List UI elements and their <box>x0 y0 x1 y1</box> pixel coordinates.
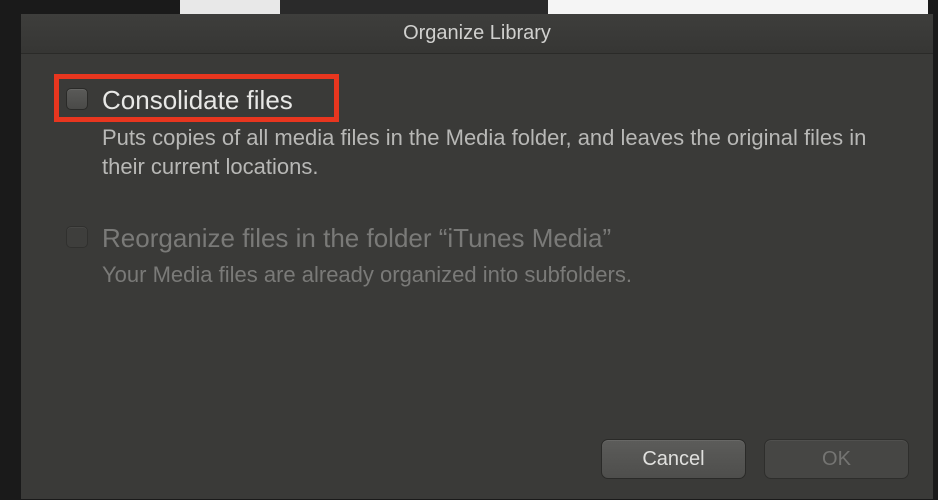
reorganize-files-label: Reorganize files in the folder “iTunes M… <box>102 222 611 255</box>
consolidate-files-checkbox[interactable] <box>66 88 88 110</box>
dialog-title: Organize Library <box>403 22 551 45</box>
reorganize-files-description: Your Media files are already organized i… <box>102 260 888 290</box>
background-fragment <box>548 0 928 14</box>
reorganize-files-option: Reorganize files in the folder “iTunes M… <box>66 222 888 255</box>
cancel-button[interactable]: Cancel <box>601 439 746 479</box>
organize-library-dialog: Organize Library Consolidate files Puts … <box>20 14 934 500</box>
ok-button: OK <box>764 439 909 479</box>
reorganize-files-checkbox <box>66 226 88 248</box>
dialog-button-row: Cancel OK <box>601 439 909 479</box>
dialog-body: Consolidate files Puts copies of all med… <box>21 54 933 499</box>
background-strip <box>0 0 938 14</box>
consolidate-files-option: Consolidate files <box>66 84 888 117</box>
background-fragment <box>280 0 548 14</box>
consolidate-files-label[interactable]: Consolidate files <box>102 84 293 117</box>
dialog-title-bar: Organize Library <box>21 14 933 54</box>
consolidate-files-description: Puts copies of all media files in the Me… <box>102 123 888 182</box>
background-fragment <box>180 0 280 14</box>
